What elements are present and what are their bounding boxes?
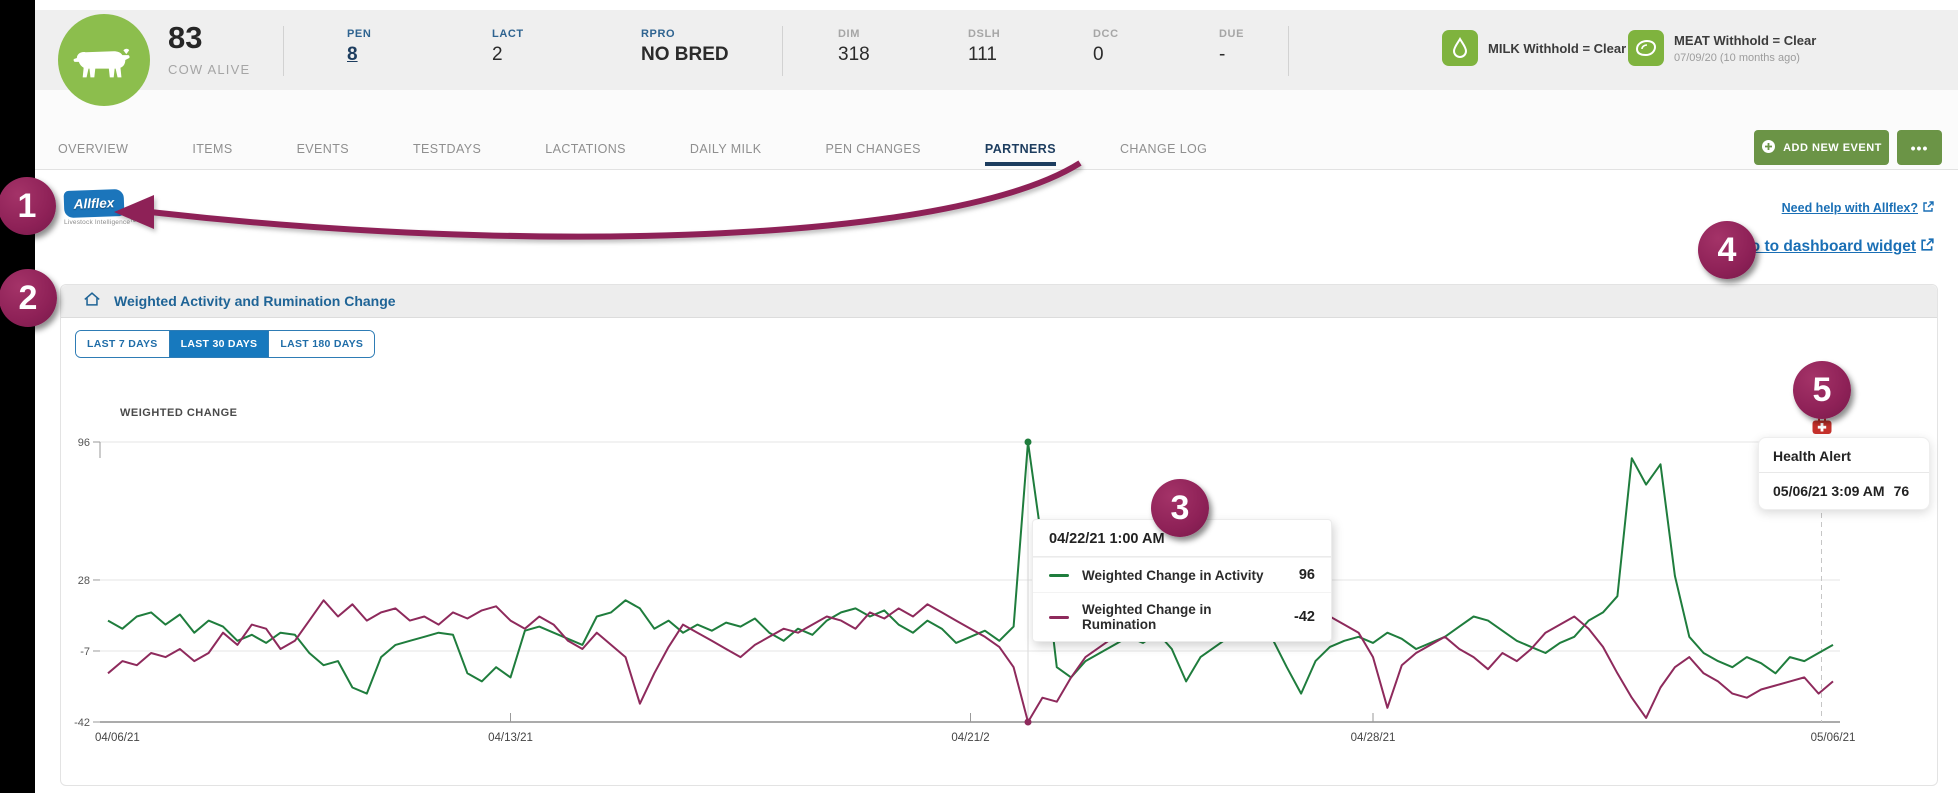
stat-dslh-value: 111: [968, 44, 1000, 66]
stat-dim: DIM 318: [838, 28, 870, 66]
tooltip-activity-row: Weighted Change in Activity 96: [1033, 557, 1331, 592]
tooltip-rumination-value: -42: [1294, 609, 1315, 625]
svg-text:-42: -42: [74, 717, 90, 729]
cow-number: 83: [168, 20, 202, 56]
health-alert-time: 05/06/21 3:09 AM: [1773, 483, 1885, 499]
go-to-dashboard-widget-link[interactable]: Go to dashboard widget: [1739, 238, 1934, 256]
divider: [1288, 26, 1289, 76]
stat-dcc-label: DCC: [1093, 28, 1119, 40]
range-last-180-days-button[interactable]: LAST 180 DAYS: [268, 331, 374, 357]
stat-dim-value: 318: [838, 44, 870, 66]
stat-lact-label: LACT: [492, 28, 524, 40]
stat-pen: PEN 8: [347, 28, 371, 66]
home-icon: [83, 291, 101, 312]
stat-rpro-value: NO BRED: [641, 44, 729, 66]
stat-due-value: -: [1219, 44, 1244, 66]
meat-withhold-date: 07/09/20 (10 months ago): [1674, 52, 1800, 64]
annotation-circle-4: 4: [1698, 221, 1756, 279]
tab-bar: OVERVIEW ITEMS EVENTS TESTDAYS LACTATION…: [58, 90, 1207, 166]
stat-dslh: DSLH 111: [968, 28, 1000, 66]
panel-header: Weighted Activity and Rumination Change: [61, 285, 1937, 318]
tab-items[interactable]: ITEMS: [192, 142, 232, 166]
chart-tooltip: 04/22/21 1:00 AM Weighted Change in Acti…: [1032, 519, 1332, 642]
milk-withhold-status: MILK Withhold = Clear: [1488, 41, 1626, 56]
tooltip-activity-label: Weighted Change in Activity: [1082, 568, 1291, 583]
y-axis-title: WEIGHTED CHANGE: [120, 407, 238, 419]
dashboard-link-label: Go to dashboard widget: [1739, 238, 1916, 256]
stat-rpro-label: RPRO: [641, 28, 729, 40]
tooltip-rumination-row: Weighted Change in Rumination -42: [1033, 592, 1331, 641]
need-help-label: Need help with Allflex?: [1782, 201, 1918, 215]
svg-text:04/21/2: 04/21/2: [951, 732, 989, 744]
tab-lactations[interactable]: LACTATIONS: [545, 142, 626, 166]
more-options-button[interactable]: •••: [1897, 130, 1942, 165]
tooltip-activity-value: 96: [1299, 567, 1315, 583]
svg-text:96: 96: [78, 437, 90, 449]
plus-icon: [1761, 139, 1776, 157]
range-button-group: LAST 7 DAYS LAST 30 DAYS LAST 180 DAYS: [75, 330, 375, 358]
ellipsis-icon: •••: [1911, 140, 1929, 156]
stat-dcc-value: 0: [1093, 44, 1119, 66]
tooltip-rumination-label: Weighted Change in Rumination: [1082, 602, 1286, 632]
cow-status-label: COW ALIVE: [168, 62, 250, 77]
tab-overview[interactable]: OVERVIEW: [58, 142, 128, 166]
tab-change-log[interactable]: CHANGE LOG: [1120, 142, 1207, 166]
divider: [782, 26, 783, 76]
meat-icon: [1628, 30, 1664, 66]
health-alert-detail: 05/06/21 3:09 AM 76: [1759, 473, 1929, 509]
svg-text:04/28/21: 04/28/21: [1351, 732, 1396, 744]
rumination-series-swatch: [1049, 616, 1069, 619]
activity-rumination-chart[interactable]: 96 28 -7 -42 04/06/21 04/13/21 04/21/2 04/28/21…: [60, 420, 1938, 760]
stat-dim-label: DIM: [838, 28, 870, 40]
stat-lact: LACT 2: [492, 28, 524, 66]
tab-pen-changes[interactable]: PEN CHANGES: [826, 142, 921, 166]
svg-text:28: 28: [78, 575, 90, 587]
stat-rpro: RPRO NO BRED: [641, 28, 729, 66]
left-black-strip: [0, 0, 35, 793]
annotation-circle-5: 5: [1793, 361, 1851, 419]
svg-text:04/06/21: 04/06/21: [95, 732, 140, 744]
allflex-logo-subtext: Livestock Intelligence™: [64, 219, 137, 226]
meat-withhold-status: MEAT Withhold = Clear: [1674, 33, 1816, 48]
health-alert-value: 76: [1894, 483, 1910, 499]
external-link-icon: [1921, 238, 1934, 256]
allflex-logo[interactable]: Allflex Livestock Intelligence™: [64, 190, 137, 226]
svg-text:05/06/21: 05/06/21: [1811, 732, 1856, 744]
tab-partners[interactable]: PARTNERS: [985, 142, 1056, 166]
range-last-30-days-button[interactable]: LAST 30 DAYS: [169, 331, 269, 357]
health-alert-popup: Health Alert 05/06/21 3:09 AM 76: [1758, 437, 1930, 510]
stat-pen-label: PEN: [347, 28, 371, 40]
annotation-circle-1: 1: [0, 177, 56, 235]
stat-dcc: DCC 0: [1093, 28, 1119, 66]
need-help-link[interactable]: Need help with Allflex?: [1782, 201, 1934, 215]
annotation-circle-3: 3: [1151, 479, 1209, 537]
svg-text:04/13/21: 04/13/21: [488, 732, 533, 744]
add-new-event-label: ADD NEW EVENT: [1783, 142, 1882, 154]
activity-series-swatch: [1049, 574, 1069, 577]
tab-testdays[interactable]: TESTDAYS: [413, 142, 481, 166]
cow-icon: [73, 36, 135, 85]
stat-lact-value: 2: [492, 44, 524, 66]
stat-dslh-label: DSLH: [968, 28, 1000, 40]
allflex-logo-text: Allflex: [73, 195, 114, 211]
tab-events[interactable]: EVENTS: [297, 142, 349, 166]
panel-title: Weighted Activity and Rumination Change: [114, 293, 396, 309]
stat-due: DUE -: [1219, 28, 1244, 66]
add-new-event-button[interactable]: ADD NEW EVENT: [1754, 130, 1889, 165]
external-link-icon: [1923, 201, 1934, 215]
cow-detail-page: 83 COW ALIVE PEN 8 LACT 2 RPRO NO BRED D…: [0, 0, 1958, 793]
range-last-7-days-button[interactable]: LAST 7 DAYS: [76, 331, 169, 357]
milk-drop-icon: [1442, 30, 1478, 66]
divider: [283, 26, 284, 76]
health-alert-title: Health Alert: [1759, 438, 1929, 473]
stat-due-label: DUE: [1219, 28, 1244, 40]
pen-link[interactable]: 8: [347, 44, 371, 66]
annotation-circle-2: 2: [0, 269, 57, 327]
tab-daily-milk[interactable]: DAILY MILK: [690, 142, 762, 166]
svg-text:-7: -7: [80, 646, 90, 658]
